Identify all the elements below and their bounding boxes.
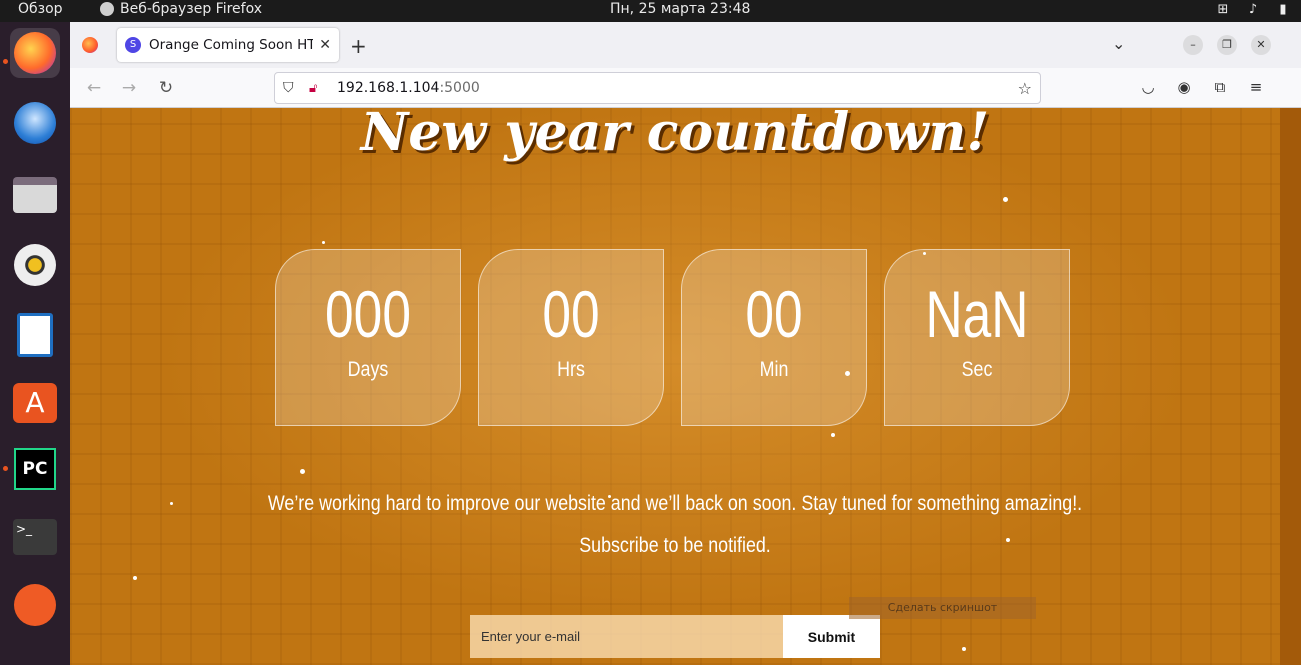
battery-icon[interactable]: ▮ — [1275, 2, 1291, 18]
account-icon[interactable]: ◉ — [1174, 77, 1194, 97]
tab-title: Orange Coming Soon HTML — [149, 37, 314, 53]
clock[interactable]: Пн, 25 марта 23:48 — [610, 1, 750, 17]
countdown-value: NaN — [925, 277, 1029, 351]
countdown-value: 000 — [325, 277, 411, 351]
firefox-view-icon[interactable] — [82, 37, 98, 53]
firefox-icon — [14, 32, 56, 74]
extensions-icon[interactable]: ⧉ — [1210, 77, 1230, 97]
close-tab-icon[interactable]: ✕ — [319, 37, 331, 53]
pocket-icon[interactable]: ◡ — [1138, 77, 1158, 97]
dock-app-center[interactable]: A — [10, 378, 60, 428]
countdown-unit: Days — [347, 358, 389, 381]
countdown-unit: Min — [759, 358, 789, 381]
dock-pycharm[interactable]: PC — [10, 444, 60, 494]
snowflake — [1003, 197, 1008, 202]
page-scrollbar[interactable] — [1280, 108, 1301, 665]
back-icon[interactable]: ← — [83, 77, 105, 99]
dock-firefox[interactable] — [10, 28, 60, 78]
firefox-app-icon — [100, 2, 114, 16]
email-field[interactable] — [470, 615, 783, 658]
app-menu[interactable]: Веб-браузер Firefox — [100, 1, 262, 17]
countdown-unit: Sec — [961, 358, 993, 381]
site-favicon: S — [125, 37, 141, 53]
snowflake — [133, 576, 137, 580]
activities-button[interactable]: Обзор — [18, 1, 63, 17]
dock-thunderbird[interactable] — [10, 98, 60, 148]
dock-terminal[interactable]: >_ — [10, 512, 60, 562]
dock: A PC >_ — [0, 22, 70, 665]
snowflake — [608, 495, 611, 498]
subscribe-form: Submit — [470, 615, 880, 658]
running-indicator — [3, 59, 8, 64]
volume-icon[interactable]: ♪ — [1245, 2, 1261, 18]
snowflake — [923, 252, 926, 255]
snowflake — [170, 502, 173, 505]
system-top-bar: Обзор Веб-браузер Firefox Пн, 25 марта 2… — [0, 0, 1301, 22]
terminal-icon: >_ — [13, 519, 57, 555]
url-text[interactable]: 192.168.1.104:5000 — [337, 80, 480, 96]
insecure-lock-icon[interactable]: 🔓︎ — [309, 81, 325, 96]
snowflake — [322, 241, 325, 244]
dock-rhythmbox[interactable] — [10, 240, 60, 290]
postman-icon — [14, 584, 56, 626]
system-tray[interactable]: ⊞ ♪ ▮ — [1215, 2, 1291, 18]
close-window-icon[interactable]: ✕ — [1251, 35, 1271, 55]
reload-icon[interactable]: ↻ — [155, 77, 177, 99]
network-icon[interactable]: ⊞ — [1215, 2, 1231, 18]
maximize-icon[interactable]: ❐ — [1217, 35, 1237, 55]
status-message: We’re working hard to improve our websit… — [267, 492, 1083, 515]
thunderbird-icon — [14, 102, 56, 144]
pycharm-icon: PC — [14, 448, 56, 490]
snowflake — [831, 433, 835, 437]
countdown-minutes: 00 Min — [681, 249, 867, 426]
list-all-tabs-icon[interactable]: ⌄ — [1112, 34, 1125, 53]
countdown-value: 00 — [542, 277, 600, 351]
countdown-seconds: NaN Sec — [884, 249, 1070, 426]
bookmark-star-icon[interactable]: ☆ — [1018, 79, 1032, 98]
dock-writer[interactable] — [10, 310, 60, 360]
running-indicator — [3, 466, 8, 471]
tab-bar: S Orange Coming Soon HTML ✕ + ⌄ – ❐ ✕ — [70, 22, 1301, 68]
nav-bar: ← → ↻ ⛉ 🔓︎ 192.168.1.104:5000 ☆ ◡ ◉ ⧉ ≡ — [70, 68, 1301, 108]
screenshot-tooltip: Сделать скриншот — [849, 597, 1036, 619]
document-icon — [17, 313, 53, 357]
shopping-bag-icon: A — [13, 383, 57, 423]
minimize-icon[interactable]: – — [1183, 35, 1203, 55]
countdown-unit: Hrs — [557, 358, 585, 381]
forward-icon[interactable]: → — [118, 77, 140, 99]
snowflake — [300, 469, 305, 474]
snowflake — [845, 371, 850, 376]
speaker-icon — [14, 244, 56, 286]
dock-files[interactable] — [10, 170, 60, 220]
dock-postman[interactable] — [10, 580, 60, 630]
new-tab-button[interactable]: + — [350, 34, 367, 58]
page-content: New year countdown! 000 Days 00 Hrs 00 M… — [70, 108, 1280, 665]
page-title: New year countdown! — [360, 108, 990, 163]
menu-icon[interactable]: ≡ — [1246, 77, 1266, 97]
countdown-days: 000 Days — [275, 249, 461, 426]
shield-icon[interactable]: ⛉ — [283, 80, 299, 96]
countdown-value: 00 — [745, 277, 803, 351]
countdown: 000 Days 00 Hrs 00 Min NaN Sec — [275, 249, 1070, 426]
url-bar[interactable]: ⛉ 🔓︎ 192.168.1.104:5000 ☆ — [274, 72, 1041, 104]
folder-icon — [13, 177, 57, 213]
submit-button[interactable]: Submit — [783, 615, 880, 658]
tab-orange-coming-soon[interactable]: S Orange Coming Soon HTML ✕ — [117, 28, 339, 62]
snowflake — [1006, 538, 1010, 542]
app-menu-label: Веб-браузер Firefox — [120, 1, 263, 17]
subscribe-text: Subscribe to be notified. — [579, 534, 771, 557]
countdown-hours: 00 Hrs — [478, 249, 664, 426]
firefox-window: S Orange Coming Soon HTML ✕ + ⌄ – ❐ ✕ ← … — [70, 22, 1301, 665]
snowflake — [962, 647, 966, 651]
